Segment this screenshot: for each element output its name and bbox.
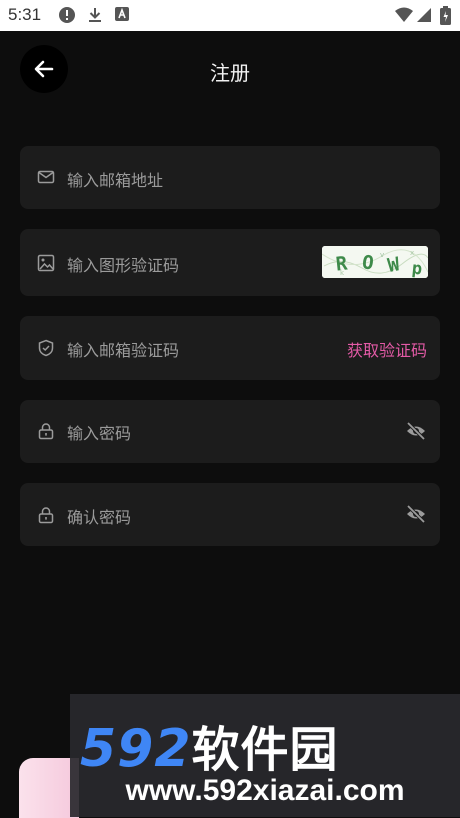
page-title: 注册 xyxy=(210,61,250,85)
lock-icon xyxy=(38,423,54,440)
shield-icon xyxy=(38,339,54,357)
image-icon xyxy=(37,254,55,272)
watermark-number: 592 xyxy=(80,719,192,779)
svg-text:v: v xyxy=(380,251,384,259)
download-icon xyxy=(89,8,101,22)
confirm-password-field[interactable]: 确认密码 xyxy=(20,483,440,546)
watermark-url: www.592xiazai.com xyxy=(125,774,405,807)
app-header: 注册 xyxy=(0,31,460,107)
eye-off-icon[interactable] xyxy=(405,503,427,525)
password-placeholder: 输入密码 xyxy=(67,424,132,443)
a-box-icon xyxy=(115,7,129,21)
status-bar: 5:31 xyxy=(0,0,460,31)
eye-off-icon[interactable] xyxy=(405,420,427,442)
wifi-icon xyxy=(395,7,413,22)
alert-circle-icon xyxy=(59,7,75,23)
captcha-picture: v k x R O W p xyxy=(322,246,428,278)
watermark-overlay: 592软件园 www.592xiazai.com xyxy=(70,694,460,817)
email-code-placeholder: 输入邮箱验证码 xyxy=(67,341,180,360)
lock-icon xyxy=(38,507,54,524)
signal-icon xyxy=(417,8,431,22)
get-code-button[interactable]: 获取验证码 xyxy=(347,337,427,361)
svg-text:p: p xyxy=(411,259,423,278)
captcha-field[interactable]: 输入图形验证码 v k x R O W p xyxy=(20,229,440,296)
captcha-placeholder: 输入图形验证码 xyxy=(67,256,180,275)
email-code-field[interactable]: 输入邮箱验证码 获取验证码 xyxy=(20,316,440,380)
status-time: 5:31 xyxy=(8,5,42,24)
watermark-logo: 592软件园 xyxy=(80,710,339,780)
mail-icon xyxy=(37,170,55,184)
watermark-brand-text: 软件园 xyxy=(191,722,339,778)
battery-icon xyxy=(440,6,451,25)
email-placeholder: 输入邮箱地址 xyxy=(67,171,164,190)
confirm-password-placeholder: 确认密码 xyxy=(67,508,132,527)
svg-text:x: x xyxy=(410,249,414,257)
password-field[interactable]: 输入密码 xyxy=(20,400,440,463)
captcha-image[interactable]: v k x R O W p xyxy=(322,246,428,278)
email-field[interactable]: 输入邮箱地址 xyxy=(20,146,440,209)
